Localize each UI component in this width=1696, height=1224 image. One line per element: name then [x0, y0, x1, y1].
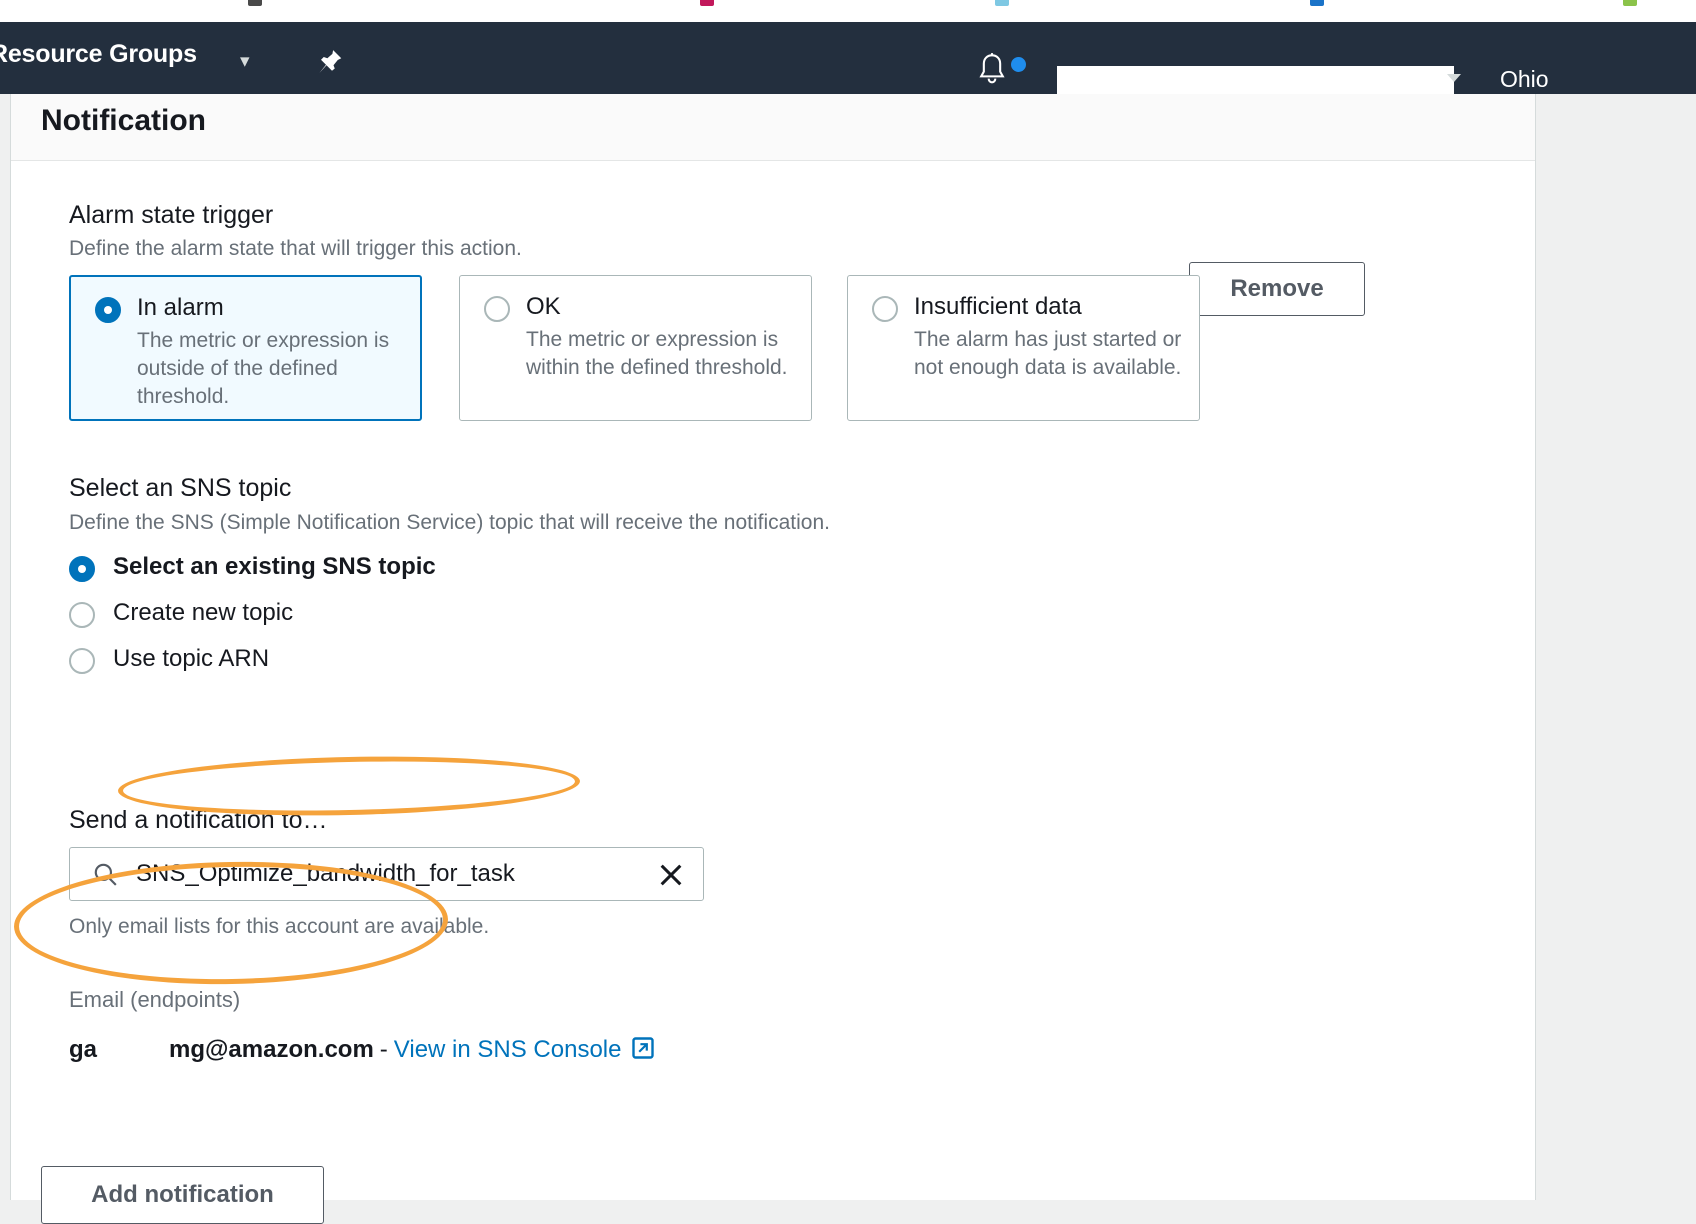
- close-icon[interactable]: [657, 861, 685, 889]
- alarm-state-trigger-description: Define the alarm state that will trigger…: [69, 237, 522, 261]
- state-option-insufficient-data[interactable]: Insufficient data The alarm has just sta…: [847, 275, 1200, 421]
- sns-option-label: Use topic ARN: [113, 645, 269, 673]
- bookmark-icon[interactable]: [248, 0, 262, 6]
- state-option-description: The metric or expression is within the d…: [526, 326, 801, 382]
- state-option-in-alarm[interactable]: In alarm The metric or expression is out…: [69, 275, 422, 421]
- radio-icon[interactable]: [69, 648, 95, 674]
- search-input[interactable]: [134, 859, 634, 889]
- bookmark-icon[interactable]: [995, 0, 1009, 6]
- state-option-description: The metric or expression is outside of t…: [137, 327, 412, 411]
- sns-topic-description: Define the SNS (Simple Notification Serv…: [69, 511, 830, 535]
- radio-icon[interactable]: [69, 556, 95, 582]
- state-option-label: In alarm: [137, 294, 224, 322]
- region-selector[interactable]: Ohio: [1500, 66, 1549, 93]
- sns-topic-heading: Select an SNS topic: [69, 474, 291, 503]
- panel-header: Notification: [11, 94, 1535, 161]
- view-in-sns-console-link[interactable]: View in SNS Console: [394, 1036, 622, 1064]
- email-address-prefix: ga: [69, 1036, 97, 1064]
- email-endpoints-label: Email (endpoints): [69, 987, 240, 1013]
- state-option-description: The alarm has just started or not enough…: [914, 326, 1189, 382]
- notification-panel: Notification Alarm state trigger Define …: [10, 94, 1536, 1200]
- state-option-ok[interactable]: OK The metric or expression is within th…: [459, 275, 812, 421]
- pin-icon[interactable]: [315, 47, 345, 77]
- email-address-suffix: mg@amazon.com: [169, 1036, 374, 1064]
- remove-button[interactable]: Remove: [1189, 262, 1365, 316]
- radio-icon[interactable]: [872, 296, 898, 322]
- browser-bookmarks-strip: [0, 0, 1696, 22]
- nav-resource-groups[interactable]: Resource Groups: [0, 40, 197, 69]
- notification-badge: [1011, 57, 1026, 72]
- bell-icon[interactable]: [975, 52, 1009, 88]
- add-notification-button[interactable]: Add notification: [41, 1166, 324, 1224]
- bookmark-icon[interactable]: [700, 0, 714, 6]
- chevron-down-icon[interactable]: [1447, 74, 1461, 82]
- search-icon: [92, 861, 118, 887]
- alarm-state-trigger-heading: Alarm state trigger: [69, 201, 273, 230]
- radio-icon[interactable]: [69, 602, 95, 628]
- sns-option-label: Create new topic: [113, 599, 293, 627]
- separator: -: [380, 1036, 388, 1064]
- account-menu-field[interactable]: [1057, 66, 1454, 94]
- state-option-label: OK: [526, 293, 561, 321]
- page-title: Notification: [41, 104, 206, 138]
- external-link-icon[interactable]: [631, 1036, 655, 1060]
- sns-option-label: Select an existing SNS topic: [113, 553, 436, 581]
- sns-topic-search-field[interactable]: [69, 847, 704, 901]
- chevron-down-icon[interactable]: ▾: [240, 50, 250, 73]
- search-helper-text: Only email lists for this account are av…: [69, 915, 489, 939]
- radio-icon[interactable]: [484, 296, 510, 322]
- radio-icon[interactable]: [95, 297, 121, 323]
- state-option-label: Insufficient data: [914, 293, 1082, 321]
- send-notification-label: Send a notification to…: [69, 806, 328, 835]
- bookmark-icon[interactable]: [1310, 0, 1324, 6]
- bookmark-icon[interactable]: [1623, 0, 1637, 6]
- aws-top-navigation: Resource Groups ▾ Ohio: [0, 22, 1696, 94]
- email-endpoint-row: ga mg@amazon.com - View in SNS Console: [69, 1033, 655, 1064]
